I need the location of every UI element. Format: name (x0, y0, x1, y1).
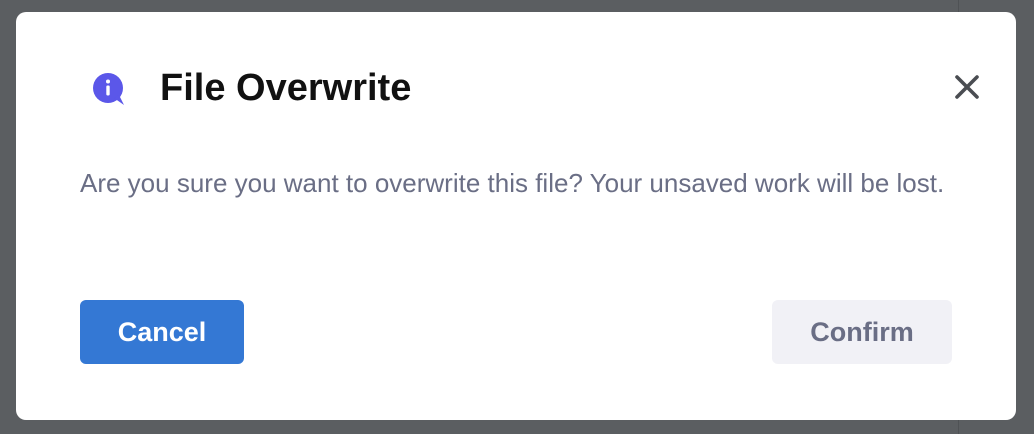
dialog-header: File Overwrite (16, 12, 1016, 162)
close-icon (954, 74, 980, 105)
info-icon (90, 71, 126, 107)
close-button[interactable] (948, 70, 986, 108)
dialog-message: Are you sure you want to overwrite this … (80, 168, 945, 198)
dialog-title: File Overwrite (160, 67, 412, 109)
file-overwrite-dialog: File Overwrite Are you sure you want to … (16, 12, 1016, 420)
cancel-button[interactable]: Cancel (80, 300, 244, 364)
confirm-button[interactable]: Confirm (772, 300, 952, 364)
